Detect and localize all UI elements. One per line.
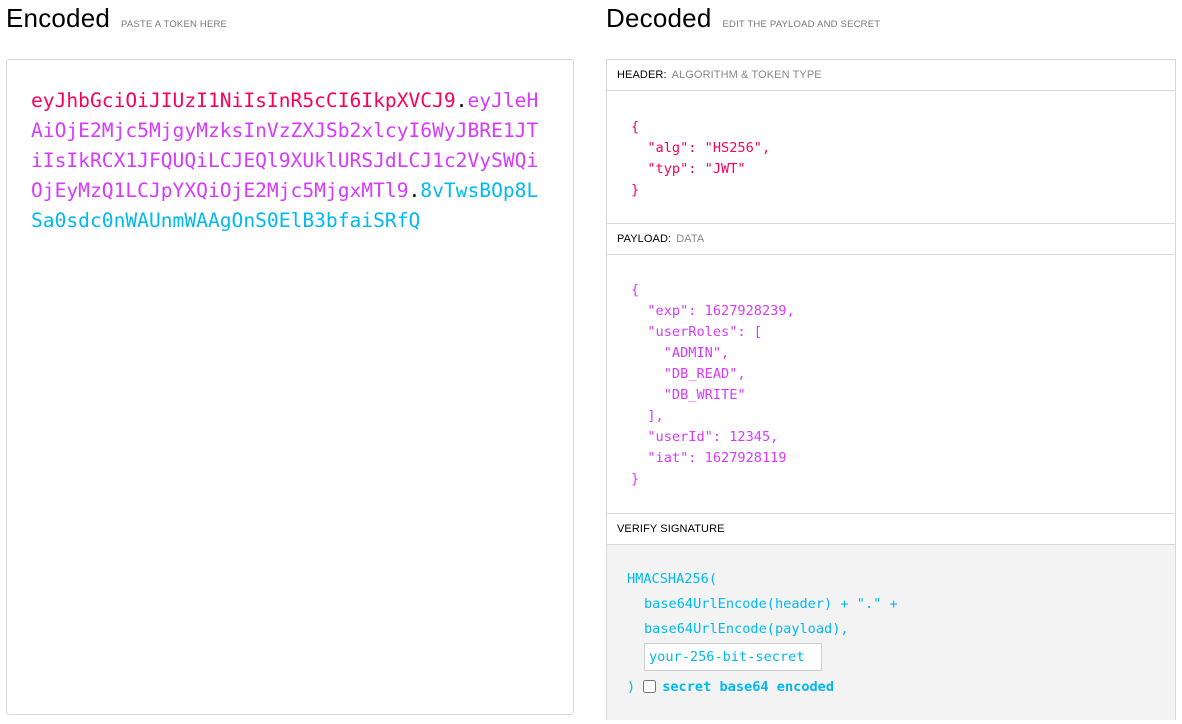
close-row: ) secret base64 encoded bbox=[627, 673, 1175, 700]
header-json-editor[interactable]: { "alg": "HS256", "typ": "JWT" } bbox=[607, 91, 1175, 224]
verify-signature-body: HMACSHA256( base64UrlEncode(header) + ".… bbox=[607, 545, 1175, 720]
decoded-title: Decoded bbox=[606, 3, 712, 33]
payload-section-label: PAYLOAD: DATA bbox=[607, 224, 1175, 255]
encoded-title: Encoded bbox=[6, 3, 111, 33]
verify-section-label: VERIFY SIGNATURE bbox=[607, 514, 1175, 545]
header-label: HEADER: bbox=[617, 69, 667, 81]
payload-hint: DATA bbox=[676, 233, 705, 245]
secret-input[interactable] bbox=[644, 643, 822, 671]
secret-base64-checkbox[interactable] bbox=[643, 680, 657, 693]
decoded-hint: EDIT THE PAYLOAD AND SECRET bbox=[722, 19, 881, 30]
decoded-column: Decoded EDIT THE PAYLOAD AND SECRET HEAD… bbox=[606, 0, 1176, 720]
token-dot: . bbox=[455, 89, 468, 112]
secret-row bbox=[627, 642, 1175, 672]
decoded-panel: HEADER: ALGORITHM & TOKEN TYPE { "alg": … bbox=[606, 59, 1176, 720]
encoded-column: Encoded PASTE A TOKEN HERE eyJhbGciOiJIU… bbox=[6, 0, 576, 715]
payload-json-editor[interactable]: { "exp": 1627928239, "userRoles": [ "ADM… bbox=[607, 255, 1175, 514]
payload-label: PAYLOAD: bbox=[617, 233, 672, 245]
verify-label: VERIFY SIGNATURE bbox=[617, 523, 725, 535]
header-hint: ALGORITHM & TOKEN TYPE bbox=[671, 69, 822, 81]
close-paren: ) bbox=[627, 678, 636, 695]
token-header-part: eyJhbGciOiJIUzI1NiIsInR5cCI6IkpXVCJ9 bbox=[31, 89, 456, 112]
decoded-title-bar: Decoded EDIT THE PAYLOAD AND SECRET bbox=[606, 0, 1176, 36]
encoded-hint: PASTE A TOKEN HERE bbox=[121, 19, 228, 30]
header-section-label: HEADER: ALGORITHM & TOKEN TYPE bbox=[607, 60, 1175, 91]
encoded-title-bar: Encoded PASTE A TOKEN HERE bbox=[6, 0, 576, 36]
encoded-token-editor[interactable]: eyJhbGciOiJIUzI1NiIsInR5cCI6IkpXVCJ9.eyJ… bbox=[6, 59, 574, 715]
token-dot: . bbox=[408, 179, 421, 202]
hmac-function-open: HMACSHA256( bbox=[627, 571, 718, 587]
hmac-payload-line: base64UrlEncode(payload), bbox=[644, 621, 849, 637]
secret-base64-label[interactable]: secret base64 encoded bbox=[662, 679, 834, 695]
hmac-header-line: base64UrlEncode(header) + "." + bbox=[644, 596, 898, 612]
